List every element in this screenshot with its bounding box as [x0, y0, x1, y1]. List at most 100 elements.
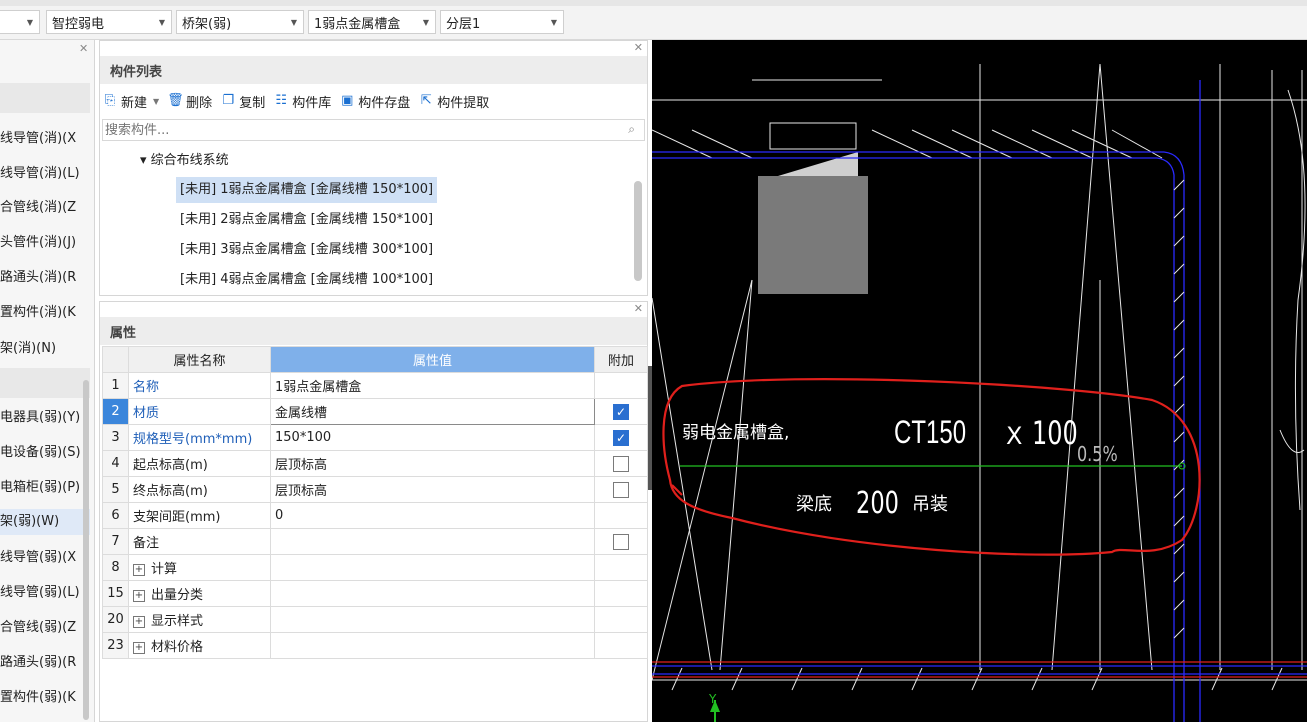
- chevron-down-icon: ▼: [290, 17, 297, 27]
- nav-group-header: [0, 83, 90, 113]
- row-number: 7: [102, 528, 129, 555]
- table-row[interactable]: 3 规格型号(mm*mm) 150*100 ✓: [102, 424, 648, 451]
- tree-item[interactable]: [未用] 4弱点金属槽盒 [金属线槽 100*100]: [176, 267, 437, 293]
- expand-icon[interactable]: +: [133, 589, 145, 602]
- extract-component-button[interactable]: ⇱ 构件提取: [418, 92, 489, 111]
- property-extra: [594, 554, 648, 581]
- delete-button[interactable]: 🗑 删除: [167, 92, 212, 111]
- combo-component-value: 1弱点金属槽盒: [314, 16, 401, 32]
- tree-group-label[interactable]: ▾ 综合布线系统: [140, 149, 229, 168]
- combo-blank[interactable]: ▼: [0, 10, 40, 34]
- table-row[interactable]: 4 起点标高(m) 层顶标高: [102, 450, 648, 477]
- property-group[interactable]: + 出量分类: [128, 580, 271, 607]
- property-extra: [594, 372, 648, 399]
- expand-icon[interactable]: +: [133, 641, 145, 654]
- nav-item[interactable]: 置构件(弱)(K: [0, 685, 90, 711]
- nav-item[interactable]: 电设备(弱)(S): [0, 440, 90, 466]
- nav-item[interactable]: 路通头(弱)(R: [0, 650, 90, 676]
- combo-component[interactable]: 1弱点金属槽盒 ▼: [308, 10, 436, 34]
- new-button[interactable]: ⎘ 新建 ▼: [102, 92, 159, 111]
- checkbox[interactable]: [613, 455, 629, 472]
- property-value[interactable]: [270, 528, 595, 555]
- row-number: 2: [102, 398, 129, 425]
- scrollbar[interactable]: [634, 181, 642, 281]
- new-label: 新建: [121, 95, 148, 111]
- nav-item[interactable]: 置构件(消)(K: [0, 300, 90, 326]
- checkbox-checked[interactable]: ✓: [613, 429, 629, 446]
- nav-item[interactable]: 电器具(弱)(Y): [0, 405, 90, 431]
- property-extra: [594, 528, 648, 555]
- close-icon[interactable]: ✕: [79, 42, 88, 55]
- extract-label: 构件提取: [437, 95, 490, 111]
- property-value[interactable]: 0: [270, 502, 595, 529]
- tree-item[interactable]: [未用] 2弱点金属槽盒 [金属线槽 150*100]: [176, 207, 437, 233]
- property-group[interactable]: + 计算: [128, 554, 271, 581]
- combo-system[interactable]: 智控弱电 ▼: [46, 10, 172, 34]
- copy-button[interactable]: ❐ 复制: [220, 92, 265, 111]
- cad-label-x: X: [1006, 422, 1023, 450]
- scrollbar[interactable]: [83, 380, 89, 720]
- property-value[interactable]: 1弱点金属槽盒: [270, 372, 595, 399]
- table-row[interactable]: 7 备注: [102, 528, 648, 555]
- row-number: 20: [102, 606, 129, 633]
- panel-title: 构件列表: [110, 65, 163, 80]
- row-number: 3: [102, 424, 129, 451]
- nav-item[interactable]: 架(消)(N): [0, 336, 90, 362]
- expand-icon[interactable]: +: [133, 563, 145, 576]
- property-extra: [594, 606, 648, 633]
- nav-item[interactable]: 线导管(消)(L): [0, 161, 90, 187]
- cad-drawing-canvas[interactable]: 弱电金属槽盒, CT150 X 100 0.5% 梁底 200 吊装 Y: [652, 40, 1307, 722]
- property-extra: [594, 502, 648, 529]
- save-component-button[interactable]: ▣ 构件存盘: [339, 92, 410, 111]
- property-name: 支架间距(mm): [128, 502, 271, 529]
- property-extra: [594, 580, 648, 607]
- cad-drawing: [652, 63, 1307, 722]
- property-group-label: 显示样式: [151, 614, 204, 629]
- table-row[interactable]: 2 材质 金属线槽 ✓: [102, 398, 648, 425]
- table-row[interactable]: 20 + 显示样式: [102, 606, 648, 633]
- checkbox-checked[interactable]: ✓: [613, 403, 629, 420]
- property-value[interactable]: 150*100: [270, 424, 595, 451]
- toolbar-top-strip: [0, 0, 1307, 6]
- table-row[interactable]: 23 + 材料价格: [102, 632, 648, 659]
- table-row[interactable]: 5 终点标高(m) 层顶标高: [102, 476, 648, 503]
- expand-icon[interactable]: +: [133, 615, 145, 628]
- nav-item[interactable]: 线导管(消)(X: [0, 126, 90, 152]
- close-icon[interactable]: ✕: [634, 41, 643, 54]
- table-row[interactable]: 6 支架间距(mm) 0: [102, 502, 648, 529]
- nav-item[interactable]: 电箱柜(弱)(P): [0, 475, 90, 501]
- table-row[interactable]: 8 + 计算: [102, 554, 648, 581]
- nav-item[interactable]: 路通头(消)(R: [0, 265, 90, 291]
- checkbox[interactable]: [613, 533, 629, 550]
- property-name: 备注: [128, 528, 271, 555]
- search-icon: ⌕: [628, 122, 635, 136]
- nav-item-selected[interactable]: 架(弱)(W): [0, 509, 90, 535]
- table-row[interactable]: 1 名称 1弱点金属槽盒: [102, 372, 648, 399]
- nav-item[interactable]: 线导管(弱)(L): [0, 580, 90, 606]
- table-row[interactable]: 15 + 出量分类: [102, 580, 648, 607]
- combo-layer[interactable]: 分层1 ▼: [440, 10, 564, 34]
- nav-item[interactable]: 头管件(消)(J): [0, 230, 90, 256]
- property-value[interactable]: 层顶标高: [270, 450, 595, 477]
- property-extra: ✓: [594, 398, 648, 425]
- close-icon[interactable]: ✕: [634, 302, 643, 315]
- properties-panel: ✕ 属性 属性名称 属性值 附加 1 名称 1弱点金属槽盒 2 材质 金属线槽 …: [99, 301, 648, 722]
- tree-item-selected[interactable]: [未用] 1弱点金属槽盒 [金属线槽 150*100]: [176, 177, 438, 203]
- tree-item[interactable]: [未用] 3弱点金属槽盒 [金属线槽 300*100]: [176, 237, 437, 263]
- property-group[interactable]: + 显示样式: [128, 606, 271, 633]
- nav-item[interactable]: 线导管(弱)(X: [0, 545, 90, 571]
- checkbox[interactable]: [613, 481, 629, 498]
- nav-item[interactable]: 合管线(弱)(Z: [0, 615, 90, 641]
- property-name: 起点标高(m): [128, 450, 271, 477]
- library-button[interactable]: ☷ 构件库: [273, 92, 331, 111]
- combo-type[interactable]: 桥架(弱) ▼: [176, 10, 304, 34]
- chevron-down-icon: ▼: [158, 17, 165, 27]
- cad-label-hang: 吊装: [912, 494, 948, 515]
- property-name: 名称: [128, 372, 271, 399]
- search-input[interactable]: [102, 119, 645, 141]
- property-group[interactable]: + 材料价格: [128, 632, 271, 659]
- nav-item[interactable]: 合管线(消)(Z: [0, 195, 90, 221]
- property-value-input[interactable]: 金属线槽: [270, 398, 595, 425]
- save-label: 构件存盘: [358, 95, 411, 111]
- property-value[interactable]: 层顶标高: [270, 476, 595, 503]
